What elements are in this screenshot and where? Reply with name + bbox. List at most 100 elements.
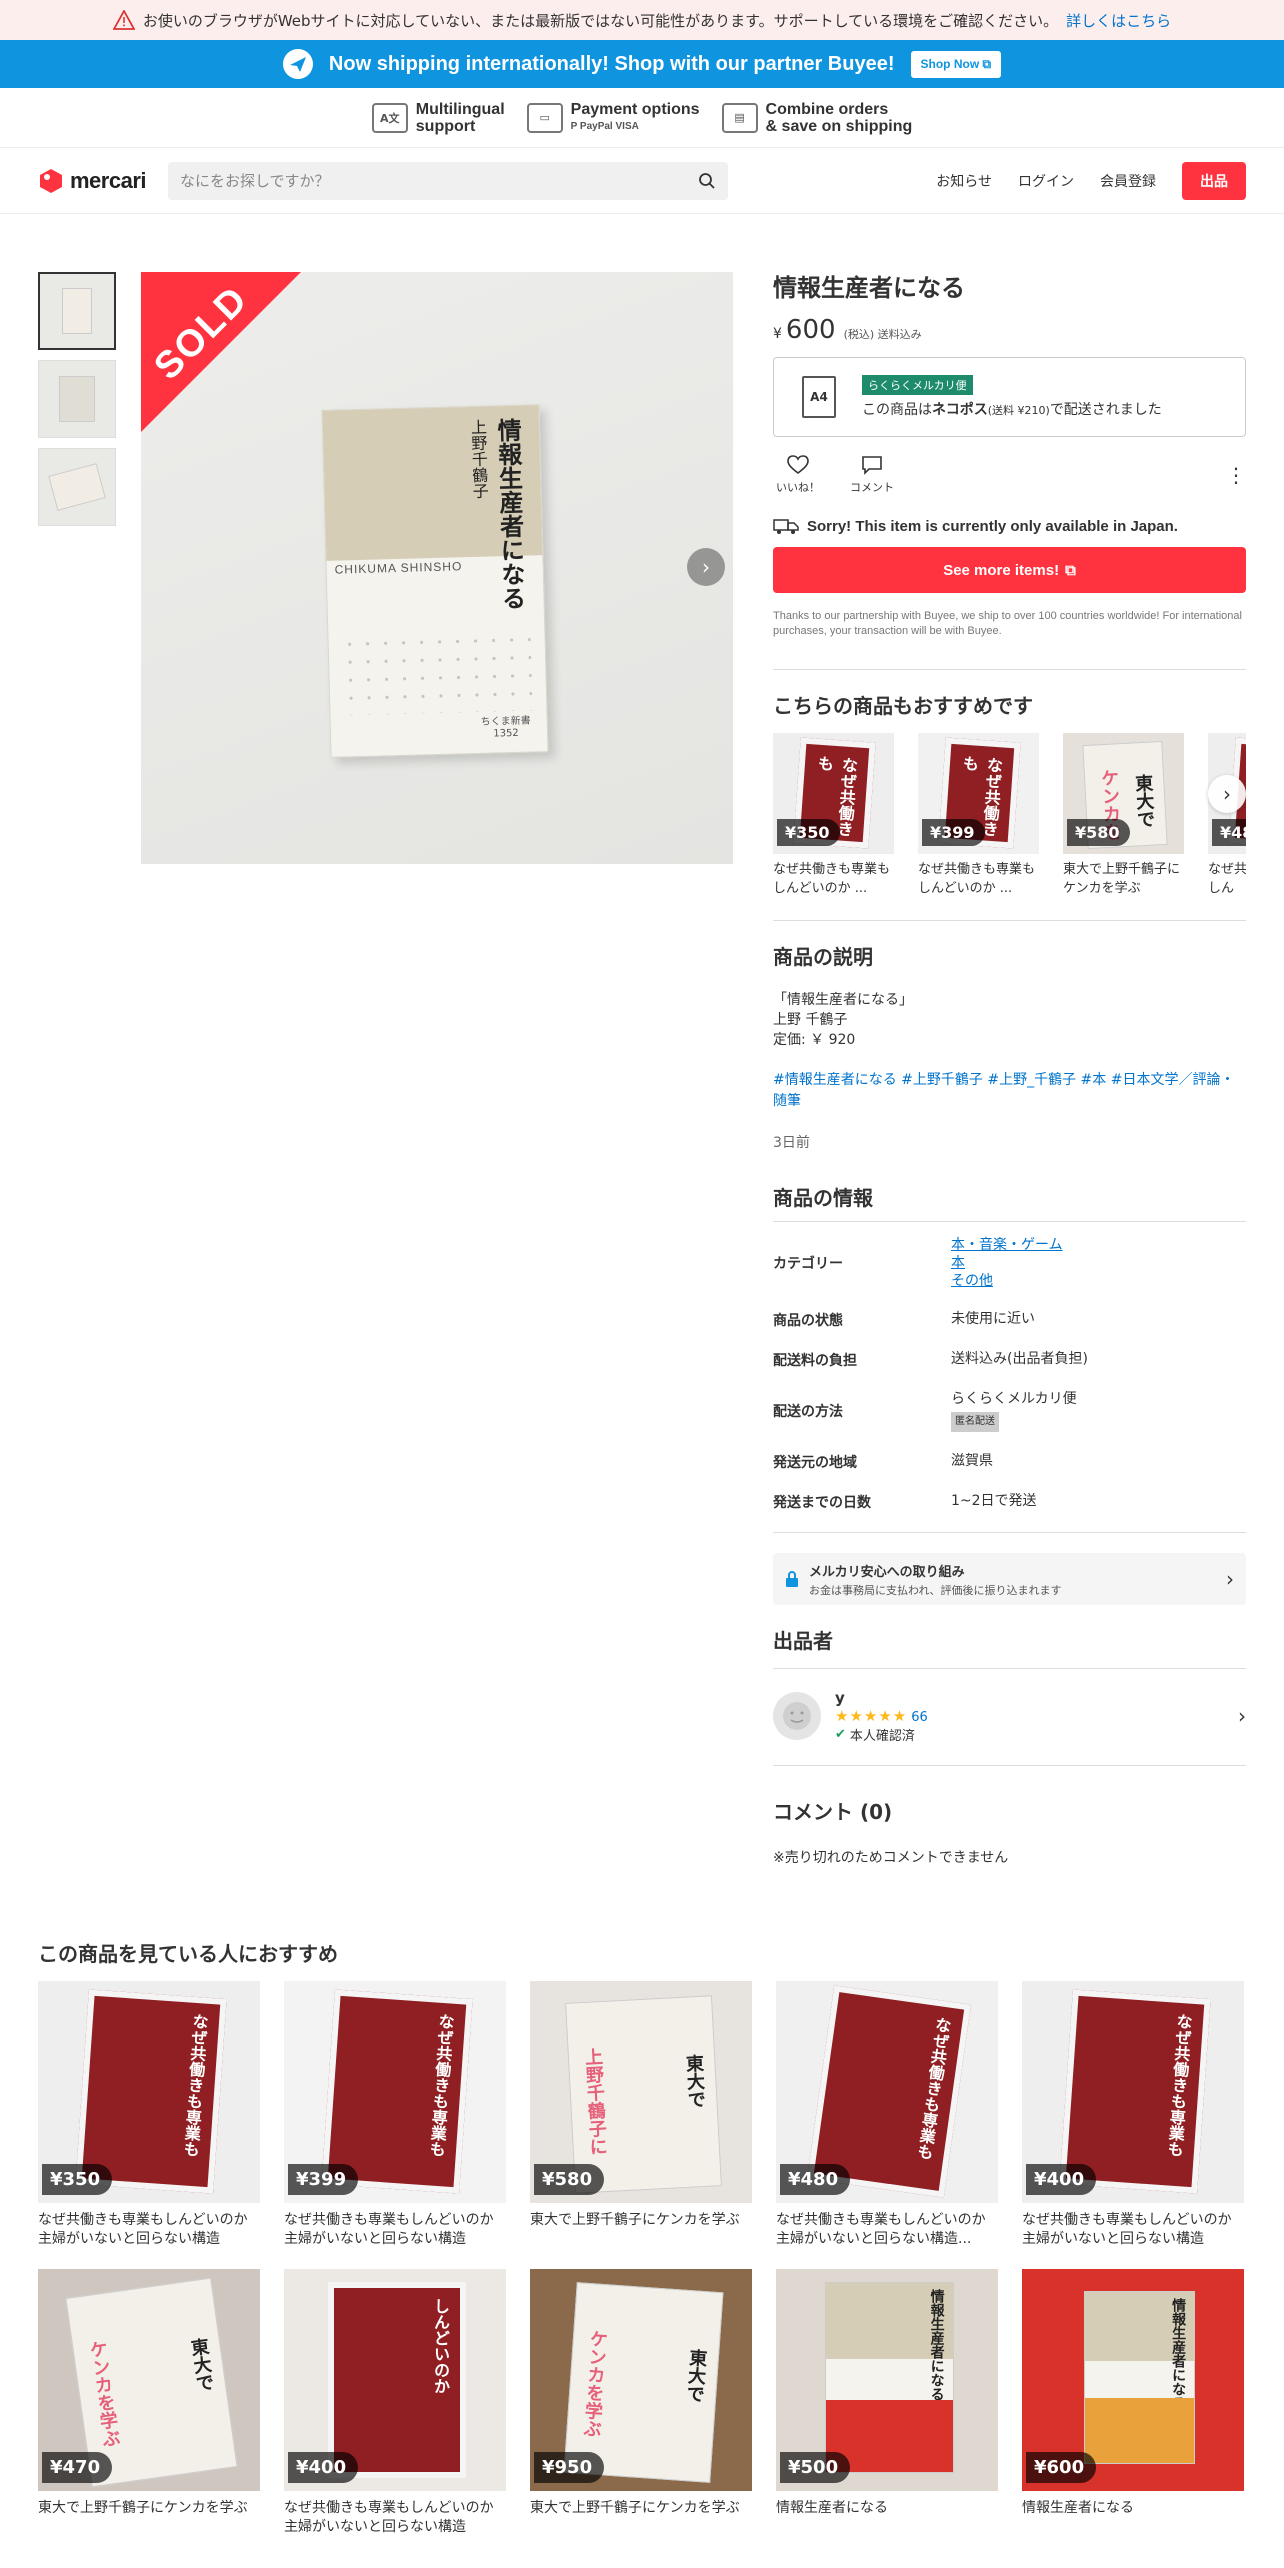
cover-series: CHIKUMA SHINSHO (334, 559, 463, 577)
buyee-features-bar: A文 Multilingual support ▭ Payment options… (0, 88, 1284, 148)
cover-title: 情報生産者になる (492, 417, 527, 611)
lock-icon (786, 1571, 798, 1587)
category-link-2[interactable]: 本 (951, 1254, 1063, 1272)
item-actions: いいね！ コメント ⋮ (773, 453, 1246, 497)
thumbnail-3[interactable] (38, 448, 116, 526)
grid-item[interactable]: なぜ共働きも専業も ¥480 なぜ共働きも専業もしんどいのか 主婦がいないと回らない… (776, 1981, 998, 2251)
shipping-banner-text: Now shipping internationally! Shop with … (328, 52, 895, 75)
sell-button[interactable]: 出品 (1182, 161, 1246, 200)
recommendation-grid: なぜ共働きも専業も ¥350 なぜ共働きも専業もしんどいのか 主婦がいないと回らない… (38, 1981, 1246, 2539)
feature-multilingual: A文 Multilingual support (371, 101, 505, 135)
comment-icon (862, 456, 882, 475)
header-nav: お知らせ ログイン 会員登録 出品 (936, 161, 1246, 200)
heart-icon (787, 455, 809, 475)
grid-item[interactable]: 情報生産者になる ¥600 情報生産者になる (1022, 2269, 1244, 2539)
feature-combine: ▤ Combine orders & save on shipping (721, 101, 912, 135)
bottom-recs-title: この商品を見ている人におすすめ (38, 1942, 338, 1966)
search-icon[interactable] (698, 172, 716, 190)
rating-stars: ★★★★★ (835, 1706, 908, 1725)
comments-title: コメント (0) (773, 1800, 893, 1824)
verified-badge: ✔ 本人確認済 (835, 1726, 915, 1744)
side-rec-item[interactable]: 東大で ケンカを ¥580 東大で上野千鶴子にケンカを学ぶ (1063, 733, 1184, 900)
chevron-right-icon: › (1238, 1704, 1246, 1728)
more-options-icon[interactable]: ⋮ (1226, 463, 1246, 487)
chevron-right-icon: › (1226, 1567, 1234, 1591)
grid-item[interactable]: 東大で 上野千鶴子に ¥580 東大で上野千鶴子にケンカを学ぶ (530, 1981, 752, 2251)
grid-item[interactable]: 東大で ケンカを学ぶ ¥470 東大で上野千鶴子にケンカを学ぶ (38, 2269, 260, 2539)
product-main-image: 情報生産者になる 上野千鶴子 CHIKUMA SHINSHO ちくま新書 1352… (141, 272, 733, 864)
buyee-thanks-text: Thanks to our partnership with Buyee, we… (773, 610, 1242, 637)
card-icon: ▭ (526, 102, 563, 133)
bottom-recommendations: この商品を見ている人におすすめ なぜ共働きも専業も ¥350 なぜ共働きも専業もしん… (38, 1938, 1246, 2539)
thumbnail-list (38, 272, 116, 526)
signup-link[interactable]: 会員登録 (1100, 171, 1156, 191)
mercari-logo[interactable]: mercari (38, 168, 168, 194)
thumbnail-2[interactable] (38, 360, 116, 438)
envelope-a4-icon: A4 (802, 376, 836, 418)
next-image-button[interactable]: › (687, 548, 725, 586)
box-icon: ▤ (721, 102, 758, 133)
see-more-items-button[interactable]: See more items! ⧉ (773, 547, 1246, 593)
browser-warning-banner: お使いのブラウザがWebサイトに対応していない、または最新版ではない可能性があり… (0, 0, 1284, 40)
international-shipping-banner[interactable]: Now shipping internationally! Shop with … (0, 40, 1284, 88)
comments-note: ※売り切れのためコメントできません (773, 1850, 1009, 1866)
rating-count: 66 (911, 1709, 928, 1725)
side-recs-carousel: なぜ共働きも ¥350 なぜ共働きも専業もしんどいのか ... なぜ共働きも ¥39… (773, 733, 1246, 900)
category-link-3[interactable]: その他 (951, 1272, 1063, 1290)
side-rec-item[interactable]: なぜ共働きも ¥350 なぜ共働きも専業もしんどいのか ... (773, 733, 894, 900)
product-title: 情報生産者になる (773, 274, 965, 302)
shipping-method-box: A4 らくらくメルカリ便 この商品はネコポス(送料 ¥210)で配送されました (773, 357, 1246, 437)
hashtag-links[interactable]: #情報生産者になる #上野千鶴子 #上野_千鶴子 #本 #日本文学／評論・随筆 (773, 1070, 1246, 1112)
product-price: ¥ 600 (税込) 送料込み (773, 315, 922, 345)
product-details: 情報生産者になる ¥ 600 (税込) 送料込み A4 らくらくメルカリ便 この… (773, 254, 1246, 1867)
warning-icon (112, 10, 135, 30)
shop-now-button[interactable]: Shop Now ⧉ (910, 50, 1002, 78)
warning-details-link[interactable]: 詳しくはこちら (1066, 10, 1171, 31)
site-header: mercari なにをお探しですか？ お知らせ ログイン 会員登録 出品 (0, 148, 1284, 214)
side-recs-title: こちらの商品もおすすめです (773, 694, 1033, 718)
warning-text: お使いのブラウザがWebサイトに対応していない、または最新版ではない可能性があり… (142, 11, 1059, 30)
grid-item[interactable]: 情報生産者になる ¥500 情報生産者になる (776, 2269, 998, 2539)
grid-item[interactable]: なぜ共働きも専業も ¥399 なぜ共働きも専業もしんどいのか 主婦がいないと回らない… (284, 1981, 506, 2251)
comment-button[interactable]: コメント (847, 455, 897, 495)
description-title: 商品の説明 (773, 945, 873, 969)
product-info-table: カテゴリー 本・音楽・ゲーム 本 その他 商品の状態 未使用に近い 配送料の負担送… (773, 1221, 1246, 1533)
like-button[interactable]: いいね！ (773, 455, 823, 495)
avatar (773, 1692, 821, 1740)
login-link[interactable]: ログイン (1018, 171, 1074, 191)
cover-publisher: ちくま新書 1352 (480, 715, 531, 740)
shipping-description: この商品はネコポス(送料 ¥210)で配送されました (862, 402, 1162, 418)
grid-item[interactable]: 東大で ケンカを学ぶ ¥950 東大で上野千鶴子にケンカを学ぶ (530, 2269, 752, 2539)
mercari-logo-icon (40, 168, 62, 193)
product-section: 情報生産者になる 上野千鶴子 CHIKUMA SHINSHO ちくま新書 1352… (0, 214, 1284, 1866)
search-input[interactable]: なにをお探しですか？ (168, 161, 728, 200)
grid-item[interactable]: なぜ共働きも専業も ¥400 なぜ共働きも専業もしんどいのか 主婦がいないと回らない… (1022, 1981, 1244, 2251)
thumbnail-1[interactable] (38, 272, 116, 350)
language-icon: A文 (371, 102, 408, 133)
cover-author: 上野千鶴子 (467, 418, 489, 500)
truck-icon (773, 519, 799, 534)
japan-only-notice: Sorry! This item is currently only avail… (773, 517, 1246, 535)
seller-card[interactable]: y ★★★★★ 66 ✔ 本人確認済 › (773, 1681, 1246, 1751)
posted-time: 3日前 (773, 1135, 810, 1151)
description-text: 「情報生産者になる」 上野 千鶴子 定価: ￥ 920 (773, 992, 913, 1048)
shipping-tag: らくらくメルカリ便 (862, 375, 973, 395)
side-rec-item[interactable]: なぜ¥48 なぜ共働きも専業もしん (1208, 733, 1246, 900)
grid-item[interactable]: しんどいのか ¥400 なぜ共働きも専業もしんどいのか 主婦がいないと回らない構造 (284, 2269, 506, 2539)
external-link-icon: ⧉ (1065, 561, 1076, 579)
grid-item[interactable]: なぜ共働きも専業も ¥350 なぜ共働きも専業もしんどいのか 主婦がいないと回らない… (38, 1981, 260, 2251)
carousel-next-button[interactable]: › (1208, 775, 1246, 813)
feature-payment: ▭ Payment options P PayPal VISA (526, 101, 700, 135)
safety-notice[interactable]: メルカリ安心への取り組み お金は事務局に支払われ、評価後に振り込まれます › (773, 1553, 1246, 1605)
category-link-1[interactable]: 本・音楽・ゲーム (951, 1236, 1063, 1254)
book-cover: 情報生産者になる 上野千鶴子 CHIKUMA SHINSHO ちくま新書 1352 (321, 404, 549, 758)
info-title: 商品の情報 (773, 1186, 873, 1210)
search-placeholder: なにをお探しですか？ (180, 172, 330, 190)
seller-title: 出品者 (773, 1629, 833, 1653)
anonymous-shipping-badge: 匿名配送 (951, 1412, 999, 1432)
side-rec-item[interactable]: なぜ共働きも ¥399 なぜ共働きも専業もしんどいのか ... (918, 733, 1039, 900)
seller-name: y (835, 1688, 845, 1707)
check-shield-icon: ✔ (835, 1726, 846, 1742)
airplane-icon (282, 49, 313, 79)
notice-link[interactable]: お知らせ (936, 171, 992, 191)
